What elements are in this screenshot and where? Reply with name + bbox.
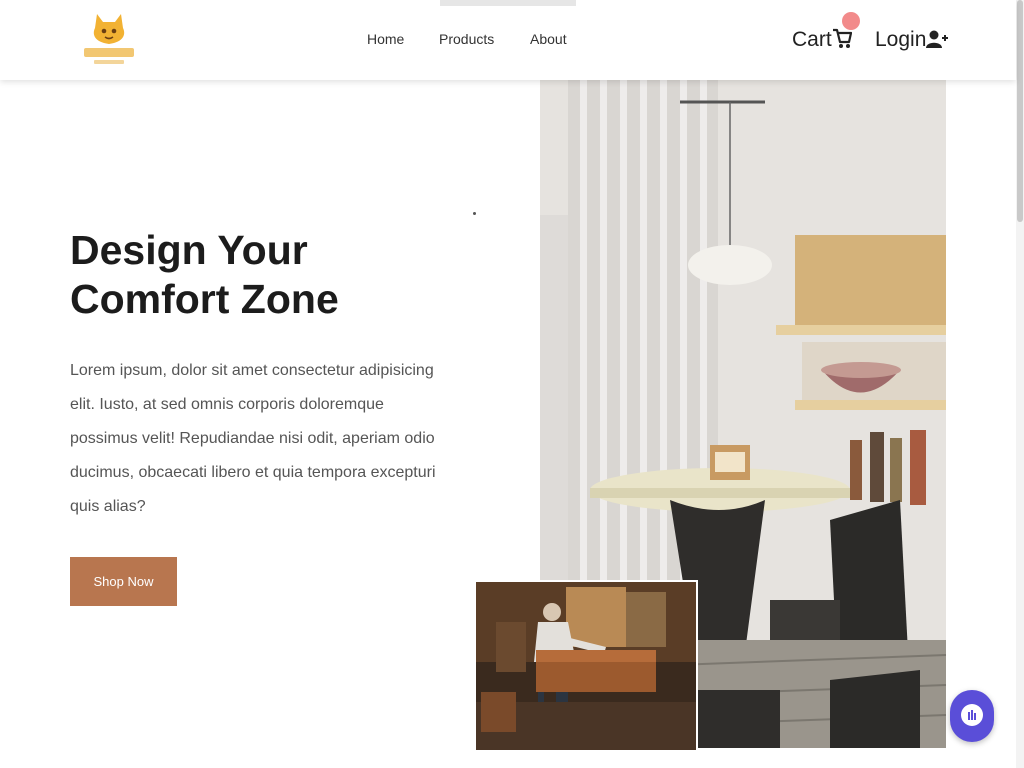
- decorative-dot: [473, 212, 476, 215]
- cart-link[interactable]: Cart: [792, 28, 832, 52]
- login-link[interactable]: Login: [875, 28, 926, 52]
- chat-icon: [961, 704, 983, 726]
- nav-home[interactable]: Home: [367, 31, 404, 47]
- hero-title: Design Your Comfort Zone: [70, 226, 450, 324]
- workshop-image: [474, 580, 698, 752]
- shop-now-button[interactable]: Shop Now: [70, 557, 177, 606]
- chat-widget-button[interactable]: [950, 690, 994, 742]
- logo-icon[interactable]: [80, 8, 138, 70]
- nav-products[interactable]: Products: [439, 31, 494, 47]
- hero-title-line2: Comfort Zone: [70, 276, 339, 322]
- top-navbar: Home Products About Cart Login: [0, 0, 1016, 80]
- cart-icon[interactable]: [832, 27, 852, 49]
- cart-count-badge: [842, 12, 860, 30]
- active-indicator: [440, 0, 576, 6]
- page-scrollbar-thumb[interactable]: [1017, 0, 1023, 222]
- hero-title-line1: Design Your: [70, 227, 308, 273]
- user-plus-icon[interactable]: [926, 29, 948, 49]
- nav-about[interactable]: About: [530, 31, 567, 47]
- hero-description: Lorem ipsum, dolor sit amet consectetur …: [70, 362, 436, 515]
